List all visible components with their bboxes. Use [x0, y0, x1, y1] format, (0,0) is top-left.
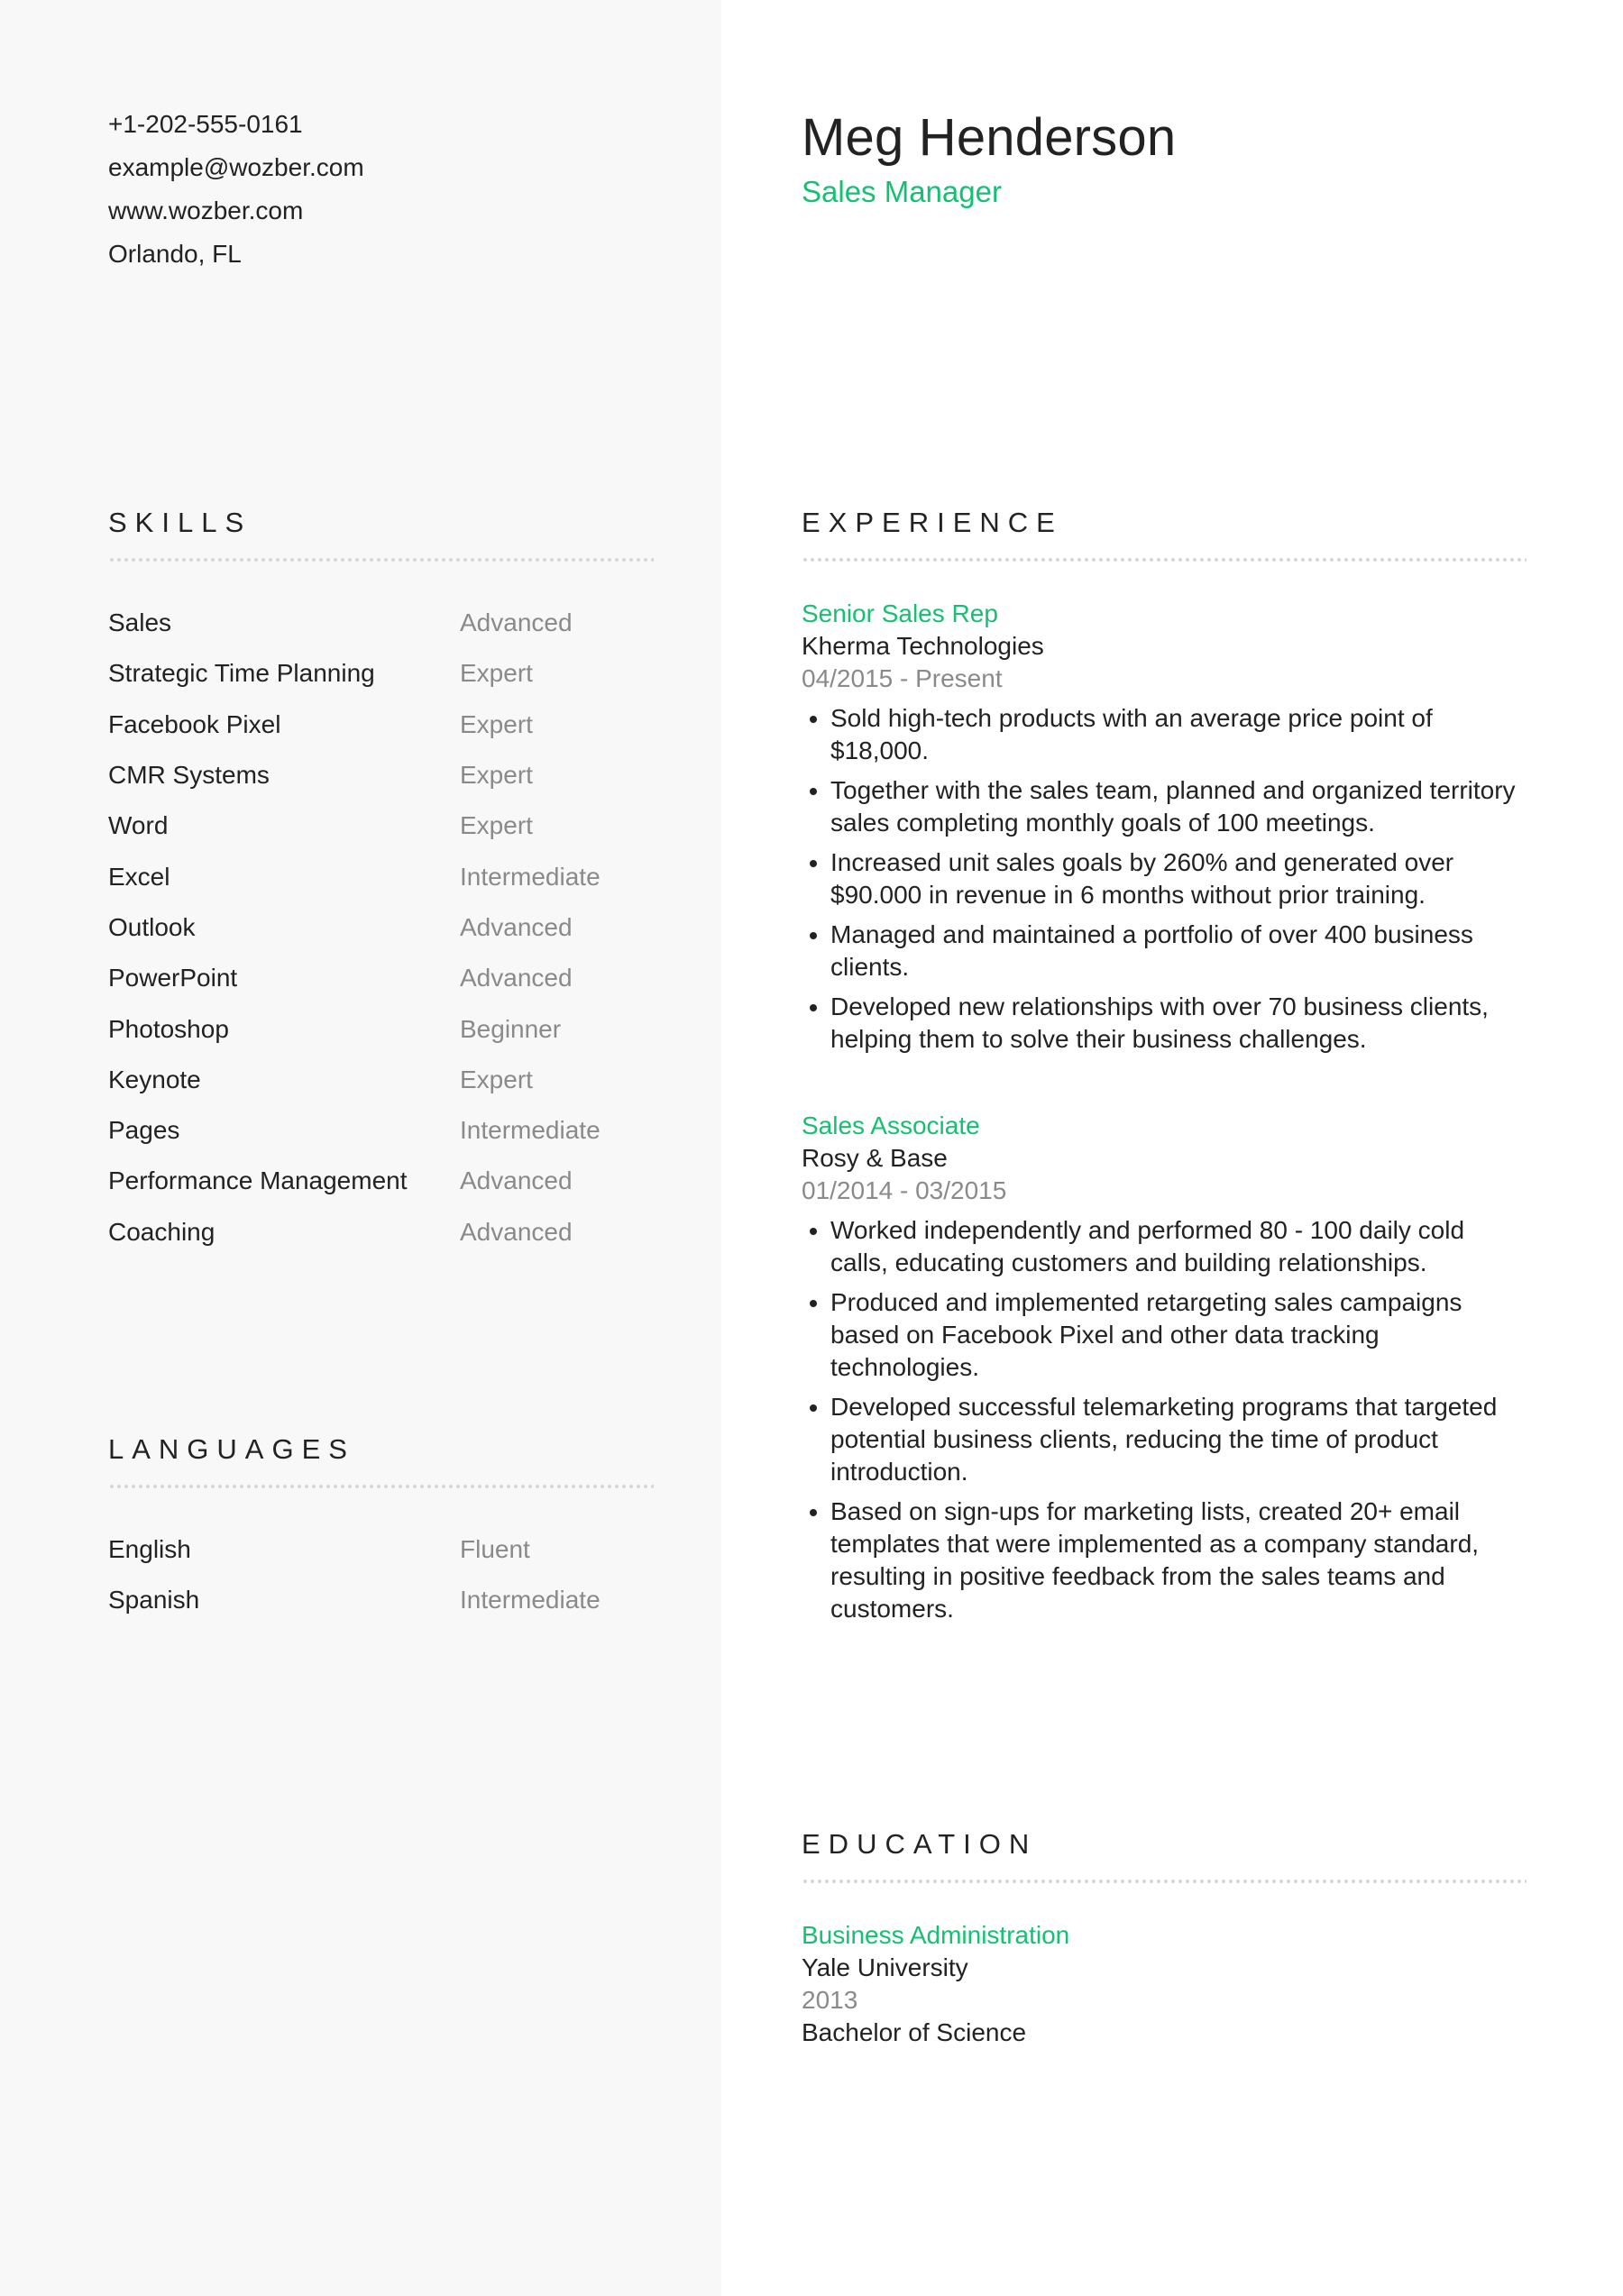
candidate-name: Meg Henderson [802, 108, 1177, 167]
skill-level: Expert [460, 811, 533, 840]
skill-row: Outlook Advanced [108, 902, 654, 953]
job-bullet: Based on sign-ups for marketing lists, c… [830, 1496, 1527, 1625]
contact-location: Orlando, FL [108, 240, 242, 268]
job-dates: 04/2015 - Present [802, 664, 1003, 692]
job-bullet: Worked independently and performed 80 - … [830, 1214, 1527, 1279]
skills-title: SKILLS [108, 507, 252, 538]
skill-name: Photoshop [108, 1014, 229, 1043]
experience-list: Senior Sales Rep Kherma Technologies 04/20… [802, 598, 1527, 1625]
skill-level: Intermediate [460, 862, 601, 891]
education-title: EDUCATION [802, 1828, 1038, 1860]
skill-level: Advanced [460, 912, 573, 941]
language-name: Spanish [108, 1586, 200, 1615]
skill-level: Expert [460, 709, 533, 738]
experience-title: EXPERIENCE [802, 507, 1063, 538]
job-company: Rosy & Base [802, 1144, 948, 1172]
skill-level: Advanced [460, 964, 573, 992]
languages-list: English Fluent Spanish Intermediate [108, 1524, 654, 1626]
language-row: English Fluent [108, 1524, 654, 1575]
languages-title: LANGUAGES [108, 1433, 355, 1465]
skill-level: Advanced [460, 1166, 573, 1195]
skill-name: Word [108, 811, 169, 840]
skill-level: Beginner [460, 1014, 562, 1043]
skill-level: Intermediate [460, 1116, 601, 1145]
job-bullets: Sold high-tech products with an average … [802, 702, 1527, 1056]
job-bullet: Managed and maintained a portfolio of ov… [830, 919, 1527, 983]
education-entry: Business Administration Yale University 20… [802, 1919, 1527, 2049]
contact-email[interactable]: example@wozber.com [108, 146, 649, 189]
education-list: Business Administration Yale University 20… [802, 1919, 1527, 2049]
skill-row: Photoshop Beginner [108, 1003, 654, 1054]
skill-row: Facebook Pixel Expert [108, 700, 654, 750]
experience-divider [802, 558, 1527, 562]
job-dates: 01/2014 - 03/2015 [802, 1176, 1007, 1204]
job-bullet: Sold high-tech products with an average … [830, 702, 1527, 767]
contact-website[interactable]: www.wozber.com [108, 189, 649, 233]
skill-level: Advanced [460, 608, 573, 637]
skill-name: Strategic Time Planning [108, 659, 375, 688]
education-school: Yale University [802, 1953, 968, 1981]
skill-level: Expert [460, 659, 533, 688]
skill-name: PowerPoint [108, 964, 238, 992]
job-bullets: Worked independently and performed 80 - … [802, 1214, 1527, 1625]
skill-row: Sales Advanced [108, 598, 654, 648]
skill-level: Expert [460, 761, 533, 790]
job-entry: Sales Associate Rosy & Base 01/2014 - 03/2… [802, 1110, 1527, 1625]
resume-header: Meg Henderson Sales Manager [802, 106, 1176, 213]
language-level: Fluent [460, 1535, 530, 1564]
skill-name: Excel [108, 862, 170, 891]
skills-divider [108, 558, 654, 562]
language-level: Intermediate [460, 1586, 601, 1615]
skill-name: Performance Management [108, 1166, 408, 1195]
education-section: EDUCATION Business Administration Yale Un… [802, 1826, 1527, 2049]
skills-section: SKILLS Sales Advanced Strategic Time Plann… [108, 505, 654, 1258]
job-bullet: Developed new relationships with over 70… [830, 991, 1527, 1056]
language-name: English [108, 1535, 191, 1564]
skill-name: Outlook [108, 912, 196, 941]
skill-name: Facebook Pixel [108, 709, 281, 738]
skill-row: Keynote Expert [108, 1055, 654, 1105]
skill-row: Strategic Time Planning Expert [108, 648, 654, 699]
skill-name: Sales [108, 608, 172, 637]
skill-row: CMR Systems Expert [108, 750, 654, 800]
skills-list: Sales Advanced Strategic Time Planning Expe… [108, 598, 654, 1258]
job-title: Sales Associate [802, 1111, 980, 1139]
contact-info: +1-202-555-0161 example@wozber.com www.w… [108, 103, 649, 276]
education-year: 2013 [802, 1986, 858, 2014]
education-divider [802, 1880, 1527, 1883]
job-title: Senior Sales Rep [802, 599, 998, 627]
job-bullet: Increased unit sales goals by 260% and g… [830, 846, 1527, 911]
skill-level: Advanced [460, 1217, 573, 1246]
experience-section: EXPERIENCE Senior Sales Rep Kherma Techno… [802, 505, 1527, 1633]
skill-level: Expert [460, 1065, 533, 1093]
skill-name: CMR Systems [108, 761, 270, 790]
skill-row: Excel Intermediate [108, 851, 654, 901]
education-field: Business Administration [802, 1921, 1070, 1949]
skill-name: Coaching [108, 1217, 215, 1246]
skill-row: Word Expert [108, 800, 654, 851]
job-bullet: Produced and implemented retargeting sal… [830, 1286, 1527, 1384]
skill-row: Performance Management Advanced [108, 1156, 654, 1206]
skill-name: Pages [108, 1116, 180, 1145]
skill-name: Keynote [108, 1065, 201, 1093]
languages-section: LANGUAGES English Fluent Spanish Intermedia… [108, 1432, 654, 1626]
job-bullet: Together with the sales team, planned an… [830, 774, 1527, 839]
skill-row: Pages Intermediate [108, 1105, 654, 1156]
job-bullet: Developed successful telemarketing progr… [830, 1391, 1527, 1488]
contact-phone[interactable]: +1-202-555-0161 [108, 103, 649, 146]
skill-row: Coaching Advanced [108, 1207, 654, 1258]
languages-divider [108, 1485, 654, 1488]
job-entry: Senior Sales Rep Kherma Technologies 04/20… [802, 598, 1527, 1056]
job-company: Kherma Technologies [802, 632, 1044, 660]
skill-row: PowerPoint Advanced [108, 953, 654, 1003]
language-row: Spanish Intermediate [108, 1575, 654, 1625]
candidate-role: Sales Manager [802, 175, 1002, 208]
education-degree: Bachelor of Science [802, 2018, 1027, 2046]
